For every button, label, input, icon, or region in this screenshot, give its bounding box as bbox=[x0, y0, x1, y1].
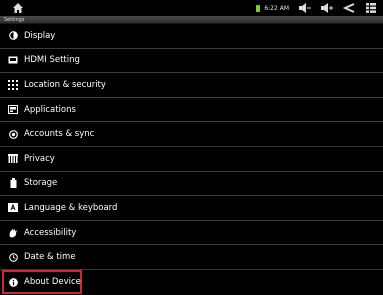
settings-item-accounts-sync[interactable]: Accounts & sync bbox=[0, 122, 383, 147]
settings-list: Display HDMI Setting Location & security… bbox=[0, 24, 383, 295]
settings-item-date-time[interactable]: Date & time bbox=[0, 245, 383, 270]
settings-item-label: About Device bbox=[24, 277, 81, 288]
volume-up-icon[interactable] bbox=[321, 3, 333, 13]
settings-item-label: Accounts & sync bbox=[24, 129, 95, 140]
page-title: Settings bbox=[4, 17, 25, 23]
location-security-icon bbox=[8, 79, 18, 90]
settings-item-storage[interactable]: Storage bbox=[0, 172, 383, 197]
status-bar: 6:22 AM bbox=[0, 0, 383, 16]
settings-item-label: Applications bbox=[24, 104, 76, 115]
settings-item-hdmi[interactable]: HDMI Setting bbox=[0, 49, 383, 74]
applications-icon bbox=[8, 105, 18, 115]
settings-item-privacy[interactable]: Privacy bbox=[0, 147, 383, 172]
settings-item-label: HDMI Setting bbox=[24, 55, 80, 66]
settings-item-label: Accessibility bbox=[24, 227, 77, 238]
settings-item-accessibility[interactable]: Accessibility bbox=[0, 221, 383, 246]
settings-item-language-keyboard[interactable]: Language & keyboard bbox=[0, 196, 383, 221]
status-icons: 6:22 AM bbox=[256, 0, 377, 16]
volume-down-icon[interactable] bbox=[299, 3, 311, 13]
settings-item-label: Language & keyboard bbox=[24, 202, 118, 213]
home-icon[interactable] bbox=[13, 3, 23, 13]
privacy-icon bbox=[8, 154, 18, 164]
storage-icon bbox=[8, 178, 18, 189]
clock-icon bbox=[8, 252, 18, 262]
accounts-sync-icon bbox=[8, 129, 18, 139]
settings-item-label: Display bbox=[24, 30, 56, 41]
menu-icon[interactable] bbox=[365, 3, 377, 13]
settings-item-label: Location & security bbox=[24, 79, 106, 90]
battery-icon bbox=[256, 4, 261, 12]
settings-item-label: Storage bbox=[24, 178, 58, 189]
info-icon bbox=[8, 277, 18, 287]
language-keyboard-icon bbox=[8, 203, 18, 213]
settings-item-display[interactable]: Display bbox=[0, 24, 383, 49]
settings-item-applications[interactable]: Applications bbox=[0, 98, 383, 123]
settings-item-label: Privacy bbox=[24, 153, 55, 164]
back-icon[interactable] bbox=[343, 3, 355, 13]
hdmi-icon bbox=[8, 55, 18, 65]
status-time: 6:22 AM bbox=[264, 4, 289, 12]
title-bar: Settings bbox=[0, 16, 383, 24]
settings-item-location-security[interactable]: Location & security bbox=[0, 73, 383, 98]
settings-item-label: Date & time bbox=[24, 252, 76, 263]
accessibility-icon bbox=[8, 228, 18, 238]
display-icon bbox=[8, 31, 18, 41]
